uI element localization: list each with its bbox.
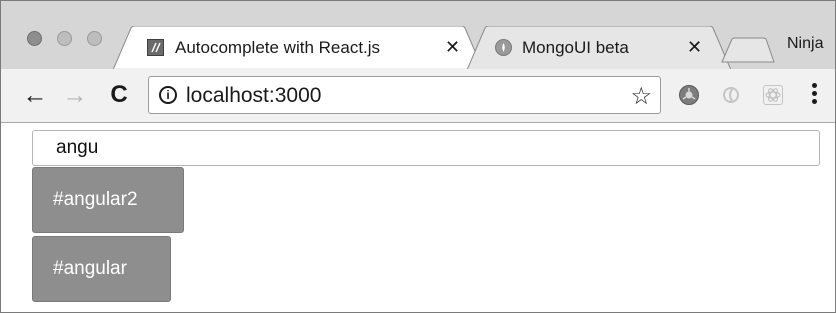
info-icon[interactable]: i xyxy=(159,86,177,104)
reload-button[interactable]: C xyxy=(105,79,133,111)
extension-crescent-icon[interactable] xyxy=(721,85,741,105)
extension-react-devtools-icon[interactable] xyxy=(763,85,783,105)
profile-name[interactable]: Ninja xyxy=(787,35,823,53)
tab-title: Autocomplete with React.js xyxy=(175,38,381,57)
back-button[interactable]: ← xyxy=(21,79,49,111)
bookmark-star-icon[interactable]: ☆ xyxy=(630,82,652,111)
zoom-window-button[interactable] xyxy=(87,31,102,46)
tab-autocomplete[interactable]: Autocomplete with React.js ✕ xyxy=(113,26,483,70)
tab-strip: Autocomplete with React.js ✕ MongoUI bet… xyxy=(1,1,835,70)
slash-favicon-icon xyxy=(147,39,164,56)
browser-window: Autocomplete with React.js ✕ MongoUI bet… xyxy=(0,0,836,313)
extension-chrome-icon[interactable] xyxy=(679,85,699,105)
new-tab-button[interactable] xyxy=(721,37,775,63)
close-window-button[interactable] xyxy=(27,31,42,46)
url-text[interactable]: localhost:3000 xyxy=(186,84,321,108)
tab-close-button[interactable]: ✕ xyxy=(445,37,460,57)
mongoui-favicon-icon xyxy=(495,39,512,56)
page-content: #angular2 #angular xyxy=(1,123,835,312)
suggestion-item[interactable]: #angular2 xyxy=(32,167,184,233)
kebab-menu-icon[interactable] xyxy=(812,83,818,107)
tab-title: MongoUI beta xyxy=(522,38,629,57)
minimize-window-button[interactable] xyxy=(57,31,72,46)
browser-toolbar: ← → C i localhost:3000 ☆ xyxy=(1,69,835,123)
forward-button[interactable]: → xyxy=(61,79,89,111)
tab-mongoui[interactable]: MongoUI beta ✕ xyxy=(467,26,731,70)
address-bar[interactable]: i localhost:3000 ☆ xyxy=(148,76,661,114)
suggestion-item[interactable]: #angular xyxy=(32,236,171,302)
autocomplete-input[interactable] xyxy=(32,130,820,166)
tab-close-button[interactable]: ✕ xyxy=(687,37,702,57)
